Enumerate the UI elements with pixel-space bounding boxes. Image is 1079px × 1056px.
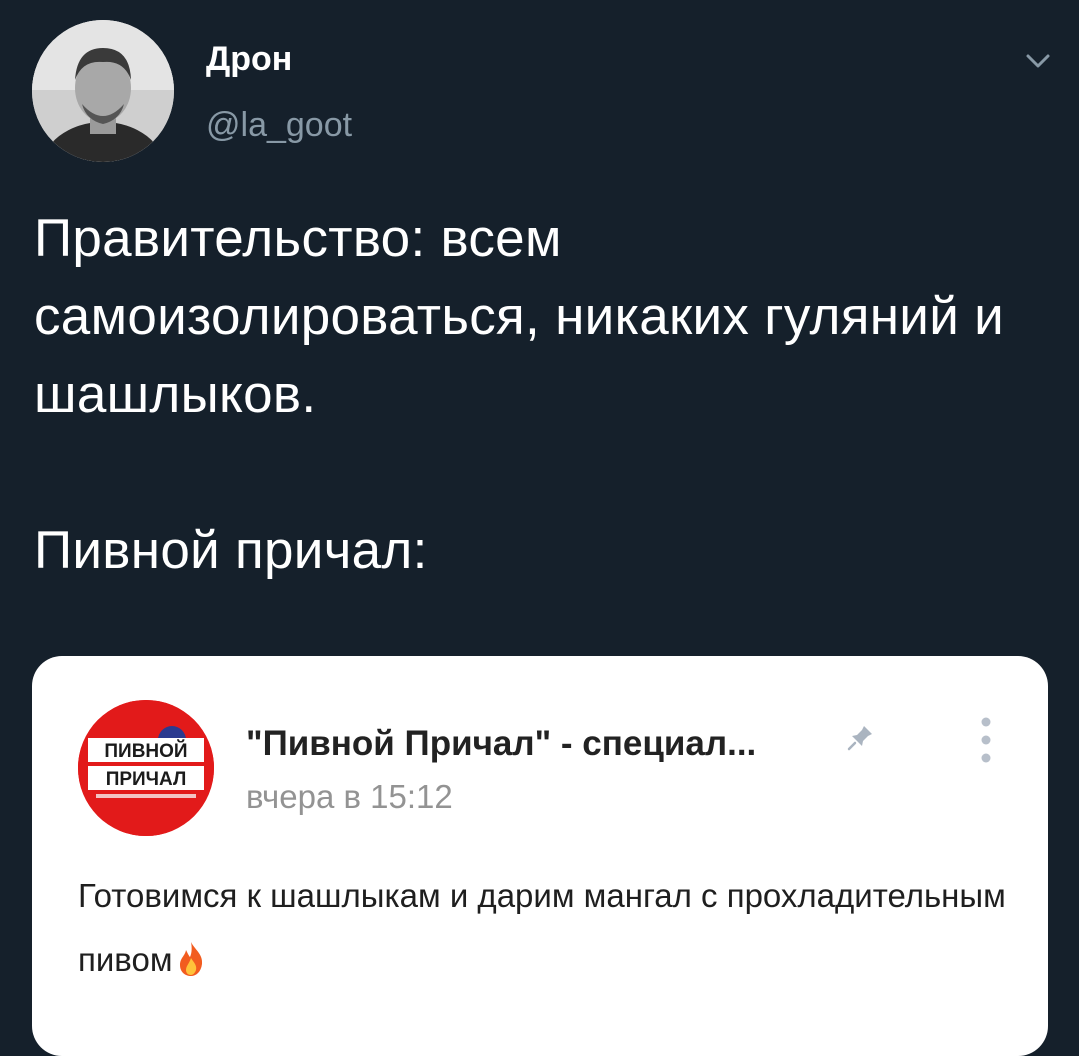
fire-icon — [179, 942, 202, 976]
post-timestamp[interactable]: вчера в 15:12 — [246, 778, 453, 816]
logo-line-1: ПИВНОЙ — [104, 740, 187, 762]
more-vertical-icon[interactable] — [976, 712, 996, 768]
post-text-content: Готовимся к шашлыкам и дарим мангал с пр… — [78, 877, 1006, 978]
tweet-paragraph: Правительство: всем самоизолироваться, н… — [34, 209, 1005, 424]
author-name[interactable]: Дрон — [206, 40, 292, 79]
logo-line-2: ПРИЧАЛ — [106, 769, 187, 790]
pin-icon — [847, 726, 872, 751]
embedded-screenshot[interactable]: ПИВНОЙ ПРИЧАЛ "Пивной Причал" - специал.… — [32, 656, 1048, 1056]
community-logo: ПИВНОЙ ПРИЧАЛ — [78, 700, 214, 836]
post-text: Готовимся к шашлыкам и дарим мангал с пр… — [78, 864, 1018, 992]
chevron-down-icon[interactable] — [1018, 48, 1058, 74]
author-avatar[interactable] — [32, 20, 174, 162]
author-photo — [32, 20, 174, 162]
tweet-paragraph: Пивной причал: — [34, 521, 428, 580]
community-title[interactable]: "Пивной Причал" - специал... — [246, 724, 756, 764]
tweet-text: Правительство: всем самоизолироваться, н… — [34, 200, 1044, 590]
author-handle[interactable]: @la_goot — [206, 106, 352, 145]
